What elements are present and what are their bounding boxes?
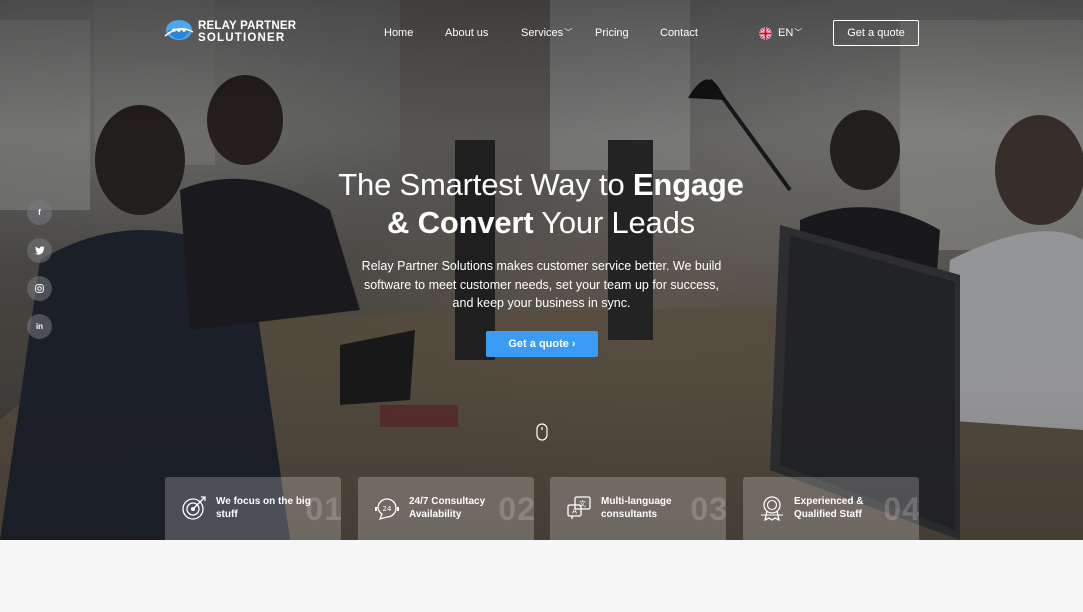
feature-card-focus: We focus on the big stuff 01 [165, 477, 341, 540]
nav-pricing[interactable]: Pricing [595, 27, 629, 39]
hero-get-quote-button[interactable]: Get a quote › [486, 331, 598, 357]
nav-get-quote-button[interactable]: Get a quote [833, 20, 919, 46]
instagram-glyph [35, 284, 44, 293]
brand-logo[interactable]: RELAY PARTNER SOLUTIONER [164, 18, 297, 46]
chat-bubble-logo-icon [164, 20, 194, 40]
twitter-bird-glyph [34, 246, 45, 255]
svg-text:24: 24 [383, 505, 392, 513]
nav-home[interactable]: Home [384, 27, 413, 39]
hero-section: RELAY PARTNER SOLUTIONER Home About us S… [0, 0, 1083, 540]
instagram-icon[interactable] [27, 276, 52, 301]
twitter-icon[interactable] [27, 238, 52, 263]
hero-lead-text: Relay Partner Solutions makes customer s… [361, 259, 722, 310]
next-section [0, 540, 1083, 612]
headline-part2: Your Leads [533, 205, 695, 240]
feature-card-availability: 24 24/7 Consultacy Availability 02 [358, 477, 534, 540]
feature-number: 01 [305, 491, 341, 527]
brand-name-line2: SOLUTIONER [198, 32, 286, 44]
hero-headline: The Smartest Way to Engage & Convert You… [241, 166, 841, 242]
uk-flag-icon [759, 26, 772, 40]
top-navigation: RELAY PARTNER SOLUTIONER Home About us S… [0, 0, 1083, 66]
brand-name-line1: RELAY PARTNER [198, 20, 297, 32]
headline-bold-engage: Engage [632, 167, 744, 202]
support-chat-icon: 24 [375, 498, 399, 520]
translate-icon: 文 A [567, 496, 591, 519]
facebook-icon[interactable]: f [27, 200, 52, 225]
language-selector[interactable]: EN ﹀ [759, 26, 802, 40]
feature-number: 03 [690, 491, 726, 527]
headline-bold-convert: & Convert [387, 205, 534, 240]
feature-number: 04 [883, 491, 919, 527]
nav-services-label: Services [521, 27, 564, 39]
language-code: EN [778, 27, 794, 39]
feature-number: 02 [498, 491, 534, 527]
linkedin-icon[interactable]: in [27, 314, 52, 339]
chevron-down-icon: ﹀ [564, 28, 573, 37]
nav-about-us[interactable]: About us [445, 27, 488, 39]
feature-card-staff: Experienced & Qualified Staff 04 [743, 477, 919, 540]
headline-part1: The Smartest Way to [338, 167, 633, 202]
svg-text:A: A [572, 508, 577, 516]
chevron-down-icon: ﹀ [794, 27, 803, 37]
nav-contact[interactable]: Contact [660, 27, 698, 39]
feature-card-languages: 文 A Multi-language consultants 03 [550, 477, 726, 540]
target-icon [182, 496, 206, 520]
nav-services[interactable]: Services﹀ [521, 27, 572, 39]
award-badge-icon [761, 496, 783, 521]
scroll-mouse-icon[interactable] [536, 423, 548, 441]
svg-text:文: 文 [579, 499, 586, 508]
